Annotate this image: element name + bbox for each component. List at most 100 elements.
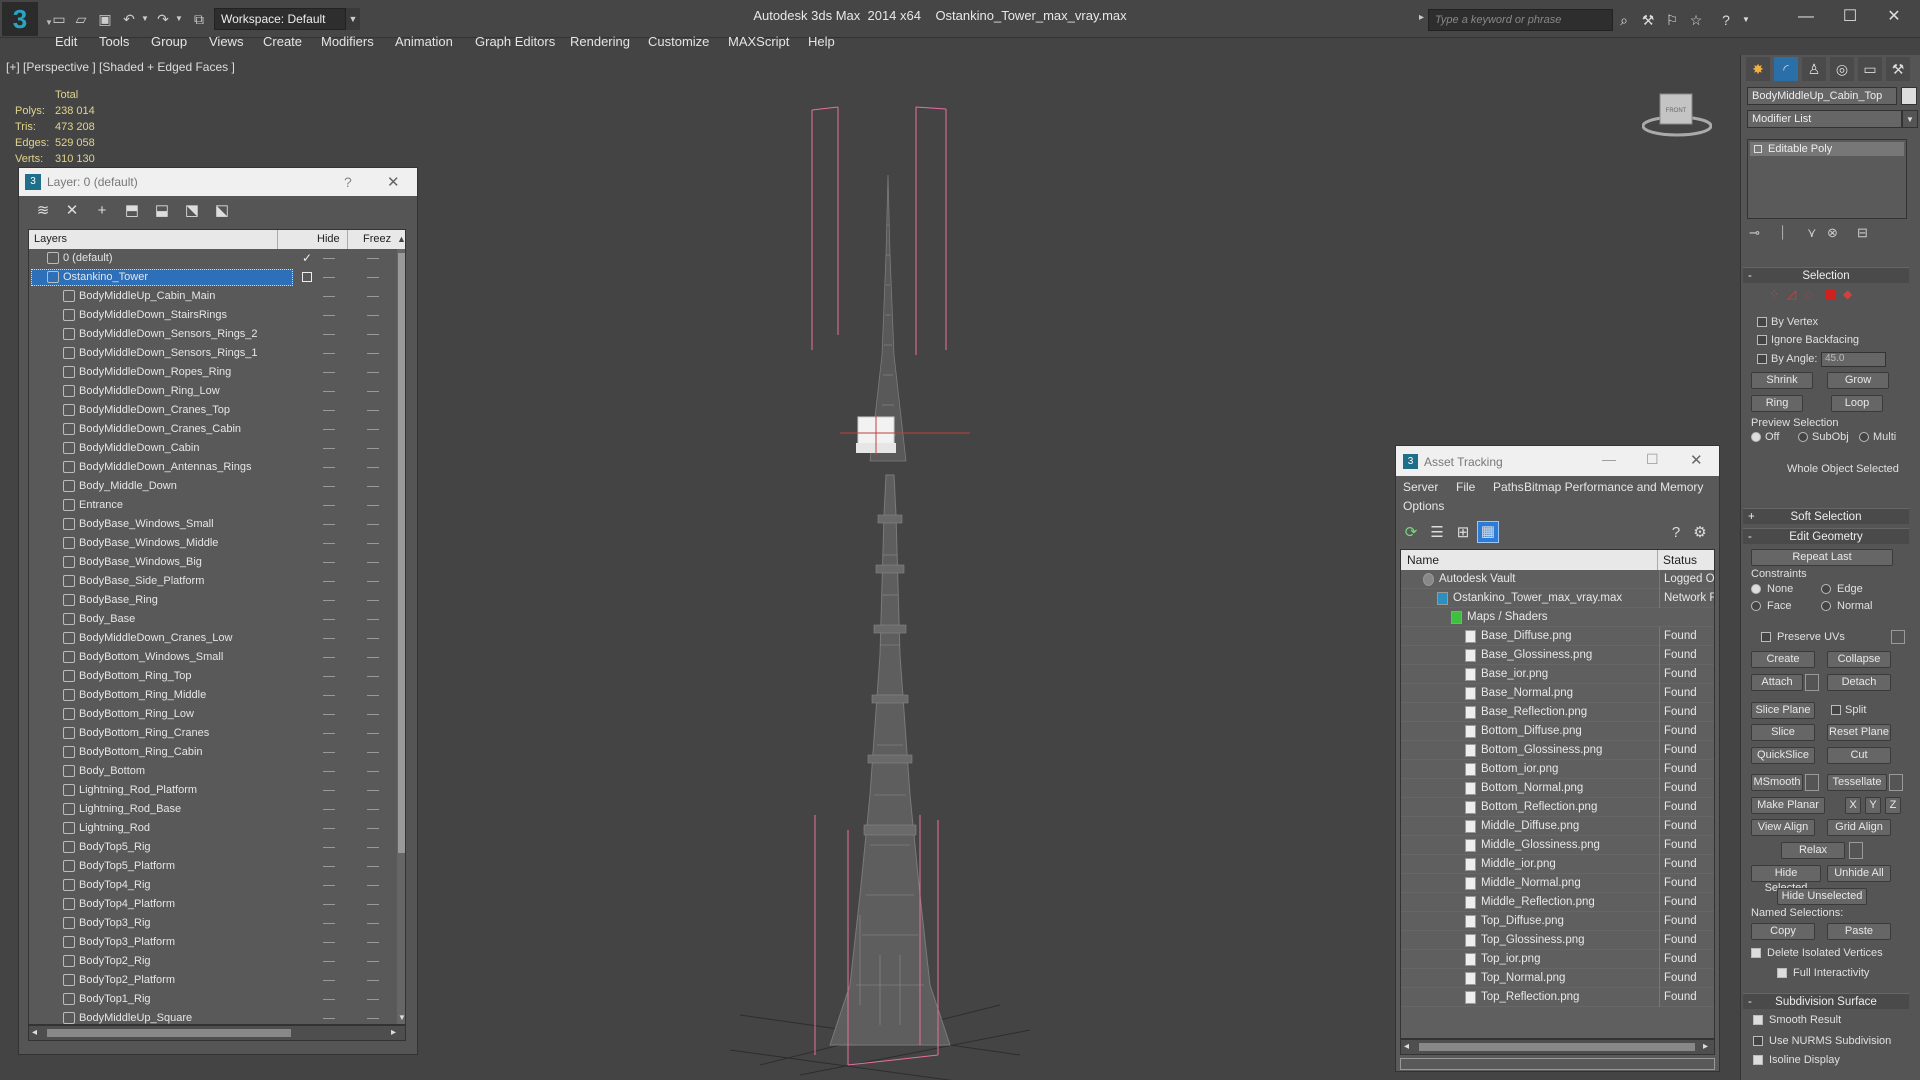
col-status[interactable]: Status [1663, 553, 1697, 567]
constraint-normal-radio[interactable] [1821, 601, 1831, 611]
quickslice-button[interactable]: QuickSlice [1751, 747, 1815, 764]
hide-toggle[interactable] [323, 543, 335, 544]
layer-row[interactable]: BodyBottom_Ring_Middle [29, 686, 397, 705]
layer-name[interactable]: BodyMiddleDown_Cranes_Top [79, 401, 230, 420]
scroll-up-icon[interactable]: ▲ [397, 234, 405, 244]
layer-row[interactable]: BodyTop2_Platform [29, 971, 397, 990]
freeze-toggle[interactable] [367, 1018, 379, 1019]
preview-subobj-radio[interactable] [1798, 432, 1808, 442]
edit-geometry-rollout-header[interactable]: - Edit Geometry [1743, 528, 1909, 544]
asset-row[interactable]: Ostankino_Tower_max_vray.max Network F [1401, 589, 1714, 608]
asset-row[interactable]: Base_Reflection.png Found [1401, 703, 1714, 722]
copy-button[interactable]: Copy [1751, 923, 1815, 940]
freeze-toggle[interactable] [367, 790, 379, 791]
layer-row[interactable]: Lightning_Rod_Base [29, 800, 397, 819]
scroll-down-icon[interactable]: ▼ [397, 1013, 405, 1023]
asset-row[interactable]: Base_Glossiness.png Found [1401, 646, 1714, 665]
by-vertex-checkbox[interactable] [1757, 317, 1767, 327]
freeze-toggle[interactable] [367, 410, 379, 411]
menu-modifiers[interactable]: Modifiers [321, 34, 374, 49]
tessellate-settings-icon[interactable] [1889, 774, 1903, 791]
layer-icon[interactable] [47, 271, 59, 283]
freeze-toggle[interactable] [367, 980, 379, 981]
hide-toggle[interactable] [323, 1018, 335, 1019]
object-icon[interactable] [63, 499, 75, 511]
col-freeze[interactable]: Freez [363, 233, 391, 245]
freeze-toggle[interactable] [367, 676, 379, 677]
preserve-uvs-checkbox[interactable] [1761, 632, 1771, 642]
layer-list[interactable]: Layers Hide Freez ▲ 0 (default) ✓ Ostankin… [28, 229, 406, 1025]
modify-tab-icon[interactable]: ◜ [1774, 57, 1798, 81]
grid-align-button[interactable]: Grid Align [1827, 819, 1891, 836]
asset-row[interactable]: Bottom_Reflection.png Found [1401, 798, 1714, 817]
hide-toggle[interactable] [323, 334, 335, 335]
layer-name[interactable]: BodyTop4_Rig [79, 876, 151, 895]
help-dropdown-icon[interactable]: ▼ [1736, 11, 1756, 29]
freeze-toggle[interactable] [367, 429, 379, 430]
selection-rollout-header[interactable]: - Selection [1743, 267, 1909, 283]
layer-name[interactable]: BodyBottom_Windows_Small [79, 648, 223, 667]
preview-multi-radio[interactable] [1859, 432, 1869, 442]
hide-toggle[interactable] [323, 277, 335, 278]
asset-name[interactable]: Top_Reflection.png [1481, 988, 1579, 1007]
create-tab-icon[interactable]: ✸ [1746, 57, 1770, 81]
layer-row[interactable]: BodyBottom_Ring_Cranes [29, 724, 397, 743]
freeze-toggle[interactable] [367, 505, 379, 506]
object-icon[interactable] [63, 670, 75, 682]
menu-rendering[interactable]: Rendering [570, 34, 630, 49]
menu-customize[interactable]: Customize [648, 34, 709, 49]
smooth-result-checkbox[interactable] [1753, 1015, 1763, 1025]
asset-help-icon[interactable]: ? [1666, 523, 1686, 543]
layer-name[interactable]: Body_Middle_Down [79, 477, 177, 496]
object-icon[interactable] [63, 803, 75, 815]
layer-row[interactable]: BodyBottom_Windows_Small [29, 648, 397, 667]
object-icon[interactable] [63, 708, 75, 720]
undo-dropdown-icon[interactable]: ▼ [136, 10, 154, 28]
object-icon[interactable] [63, 461, 75, 473]
layer-row[interactable]: BodyMiddleDown_Antennas_Rings [29, 458, 397, 477]
freeze-toggle[interactable] [367, 942, 379, 943]
object-icon[interactable] [63, 518, 75, 530]
asset-minimize-button[interactable]: — [1602, 451, 1616, 467]
freeze-toggle[interactable] [367, 999, 379, 1000]
layer-row[interactable]: Lightning_Rod [29, 819, 397, 838]
add-to-layer-icon[interactable]: ⬒ [122, 201, 142, 221]
asset-row[interactable]: Middle_Diffuse.png Found [1401, 817, 1714, 836]
save-file-icon[interactable]: ▣ [96, 10, 114, 28]
border-mode-icon[interactable]: ◌ [1805, 287, 1812, 301]
preserve-uvs-settings-icon[interactable] [1891, 630, 1905, 644]
hide-toggle[interactable] [323, 562, 335, 563]
layer-name[interactable]: BodyMiddleDown_Ring_Low [79, 382, 220, 401]
freeze-toggle[interactable] [367, 391, 379, 392]
hide-toggle[interactable] [323, 904, 335, 905]
freeze-toggle[interactable] [367, 904, 379, 905]
layer-row[interactable]: BodyTop2_Rig [29, 952, 397, 971]
msmooth-button[interactable]: MSmooth [1751, 774, 1803, 791]
layer-row[interactable]: BodyBottom_Ring_Low [29, 705, 397, 724]
attach-button[interactable]: Attach [1751, 674, 1803, 691]
asset-name[interactable]: Bottom_Glossiness.png [1481, 741, 1602, 760]
asset-maximize-button[interactable]: ☐ [1646, 451, 1659, 468]
remove-modifier-icon[interactable]: ⊗ [1827, 225, 1838, 241]
open-file-icon[interactable]: ▱ [72, 10, 90, 28]
asset-row[interactable]: Top_Diffuse.png Found [1401, 912, 1714, 931]
object-icon[interactable] [63, 822, 75, 834]
subscription-icon[interactable]: ⚒ [1638, 11, 1658, 29]
list-view-icon[interactable]: ☰ [1427, 523, 1447, 543]
object-icon[interactable] [63, 385, 75, 397]
detach-button[interactable]: Detach [1827, 674, 1891, 691]
redo-dropdown-icon[interactable]: ▼ [170, 10, 188, 28]
layer-row[interactable]: Body_Middle_Down [29, 477, 397, 496]
current-layer-check-icon[interactable]: ✓ [302, 249, 312, 268]
by-angle-checkbox[interactable] [1757, 354, 1767, 364]
object-icon[interactable] [63, 860, 75, 872]
workspace-dropdown-arrow-icon[interactable]: ▼ [346, 8, 360, 30]
layer-name[interactable]: BodyMiddleDown_StairsRings [79, 306, 227, 325]
asset-options-icon[interactable]: ⚙ [1690, 523, 1710, 543]
layer-name[interactable]: BodyBase_Windows_Big [79, 553, 202, 572]
asset-name[interactable]: Bottom_Reflection.png [1481, 798, 1597, 817]
layer-name[interactable]: BodyMiddleDown_Sensors_Rings_2 [79, 325, 258, 344]
asset-row[interactable]: Bottom_Glossiness.png Found [1401, 741, 1714, 760]
collapse-button[interactable]: Collapse [1827, 651, 1891, 668]
close-button[interactable]: ✕ [1872, 4, 1916, 30]
